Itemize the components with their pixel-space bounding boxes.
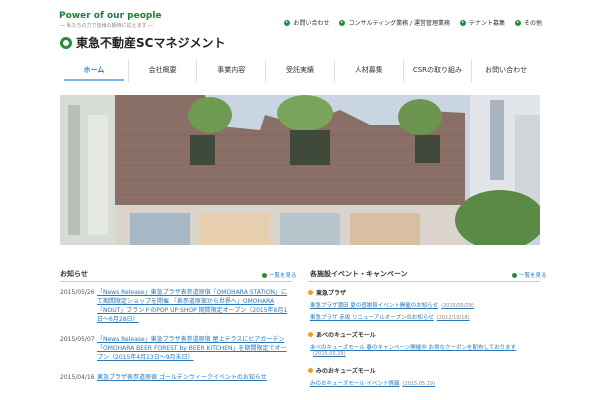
event-link-text: みのおキューズモール イベント情報	[310, 381, 400, 387]
news-date: 2015/05/07	[60, 336, 95, 343]
event-date: (2015/05/29)	[441, 303, 474, 309]
company-logo[interactable]: 東急不動産SCマネジメント	[60, 34, 225, 51]
event-facility-name: あべのキューズモール	[316, 332, 376, 339]
event-date: (2012/10/18)	[436, 315, 470, 321]
event-link-text: 東急プラザ蒲田 夏の感謝祭イベント開催のお知らせ	[310, 303, 439, 309]
news-date: 2015/04/16	[60, 374, 95, 381]
util-link-label: その他	[523, 20, 542, 27]
event-link[interactable]: 東急プラザ 赤坂 リニューアルオープンのお知らせ (2012/10/18)	[310, 313, 540, 321]
event-link[interactable]: みのおキューズモール イベント情報 (2015.05.19)	[310, 379, 540, 387]
event-group: 東急プラザ 東急プラザ蒲田 夏の感謝祭イベント開催のお知らせ (2015/05/2…	[308, 288, 540, 321]
main-nav: ホーム 会社概要 事業内容 受託実績 人材募集 CSRの取り組み お問い合わせ	[60, 60, 540, 82]
util-link-label: コンサルティング業務 / 運営管理業務	[348, 20, 450, 27]
event-date: (2015.05.29)	[313, 351, 346, 357]
tab-company[interactable]: 会社概要	[127, 60, 197, 82]
util-link-tenant[interactable]: テナント募集	[459, 18, 505, 27]
news-link[interactable]: 「News Release」東急プラザ表参道原宿「OMOHARA STATION…	[97, 288, 292, 324]
arrow-circle-icon	[284, 19, 291, 26]
event-group: みのおキューズモール みのおキューズモール イベント情報 (2015.05.19)	[308, 366, 540, 387]
bullet-dot-icon	[308, 290, 313, 295]
news-date: 2015/05/26	[60, 289, 95, 296]
news-list-link[interactable]: 一覧を見る	[262, 271, 297, 279]
event-facility-name: 東急プラザ	[316, 290, 347, 297]
arrow-circle-icon	[262, 272, 267, 278]
event-link[interactable]: あべのキューズモール 春のキャンペーン開催中 お得なクーポンを配布しております(…	[310, 343, 540, 357]
arrow-circle-icon	[339, 19, 346, 26]
event-facility: あべのキューズモール	[308, 330, 540, 339]
list-item: 2015/05/07 「News Release」東急プラザ表参道原宿 屋上テラ…	[60, 335, 292, 362]
event-facility-name: みのおキューズモール	[316, 368, 376, 375]
tab-home[interactable]: ホーム	[60, 60, 128, 82]
util-link-label: お問い合わせ	[293, 20, 330, 27]
util-link-consulting[interactable]: コンサルティング業務 / 運営管理業務	[339, 18, 450, 27]
events-list: 東急プラザ 東急プラザ蒲田 夏の感謝祭イベント開催のお知らせ (2015/05/2…	[308, 288, 540, 396]
events-section-title: 各施設イベント・キャンペーン	[310, 270, 408, 278]
site-subtagline: ― 私たちの力で皆様の期待に応えます ―	[60, 23, 154, 29]
logo-emblem-icon	[60, 36, 72, 49]
hero-image	[60, 95, 540, 245]
arrow-circle-icon	[512, 272, 517, 278]
list-item: 2015/05/26 「News Release」東急プラザ表参道原宿「OMOH…	[60, 288, 292, 324]
news-link[interactable]: 「News Release」東急プラザ表参道原宿 屋上テラスにビアガーデン「OM…	[97, 335, 292, 362]
event-facility: みのおキューズモール	[308, 366, 540, 375]
tab-recruit[interactable]: 人材募集	[333, 60, 403, 82]
arrow-circle-icon	[514, 19, 521, 26]
bullet-dot-icon	[308, 332, 313, 337]
utility-links: お問い合わせ コンサルティング業務 / 運営管理業務 テナント募集 その他	[284, 18, 542, 27]
divider	[308, 281, 540, 282]
page: Power of our people ― 私たちの力で皆様の期待に応えます ―…	[0, 0, 600, 400]
event-group: あべのキューズモール あべのキューズモール 春のキャンペーン開催中 お得なクーポ…	[308, 330, 540, 357]
tab-contact[interactable]: お問い合わせ	[471, 60, 540, 82]
event-date: (2015.05.19)	[402, 381, 436, 387]
logo-text: 東急不動産SCマネジメント	[76, 36, 226, 50]
events-list-link[interactable]: 一覧を見る	[512, 271, 547, 279]
tab-business[interactable]: 事業内容	[196, 60, 265, 82]
news-list: 2015/05/26 「News Release」東急プラザ表参道原宿「OMOH…	[60, 288, 292, 393]
util-link-label: テナント募集	[468, 20, 505, 27]
list-item: 2015/04/16 東急プラザ表参道原宿 ゴールデンウィークイベントのお知らせ	[60, 373, 292, 382]
event-facility: 東急プラザ	[308, 288, 540, 297]
news-link[interactable]: 東急プラザ表参道原宿 ゴールデンウィークイベントのお知らせ	[97, 373, 267, 382]
event-link-text: 東急プラザ 赤坂 リニューアルオープンのお知らせ	[310, 315, 434, 321]
building-illustration	[60, 95, 540, 245]
tab-csr[interactable]: CSRの取り組み	[402, 60, 472, 82]
site-tagline: Power of our people	[59, 11, 162, 21]
util-link-contact[interactable]: お問い合わせ	[284, 18, 329, 27]
arrow-circle-icon	[459, 19, 466, 26]
tab-results[interactable]: 受託実績	[265, 60, 334, 82]
event-link[interactable]: 東急プラザ蒲田 夏の感謝祭イベント開催のお知らせ (2015/05/29)	[310, 301, 540, 309]
bullet-dot-icon	[308, 368, 313, 373]
news-section-title: お知らせ	[60, 270, 88, 278]
util-link-other[interactable]: その他	[514, 18, 542, 27]
divider	[60, 281, 292, 282]
events-list-link-label: 一覧を見る	[519, 273, 547, 279]
news-list-link-label: 一覧を見る	[269, 273, 297, 279]
